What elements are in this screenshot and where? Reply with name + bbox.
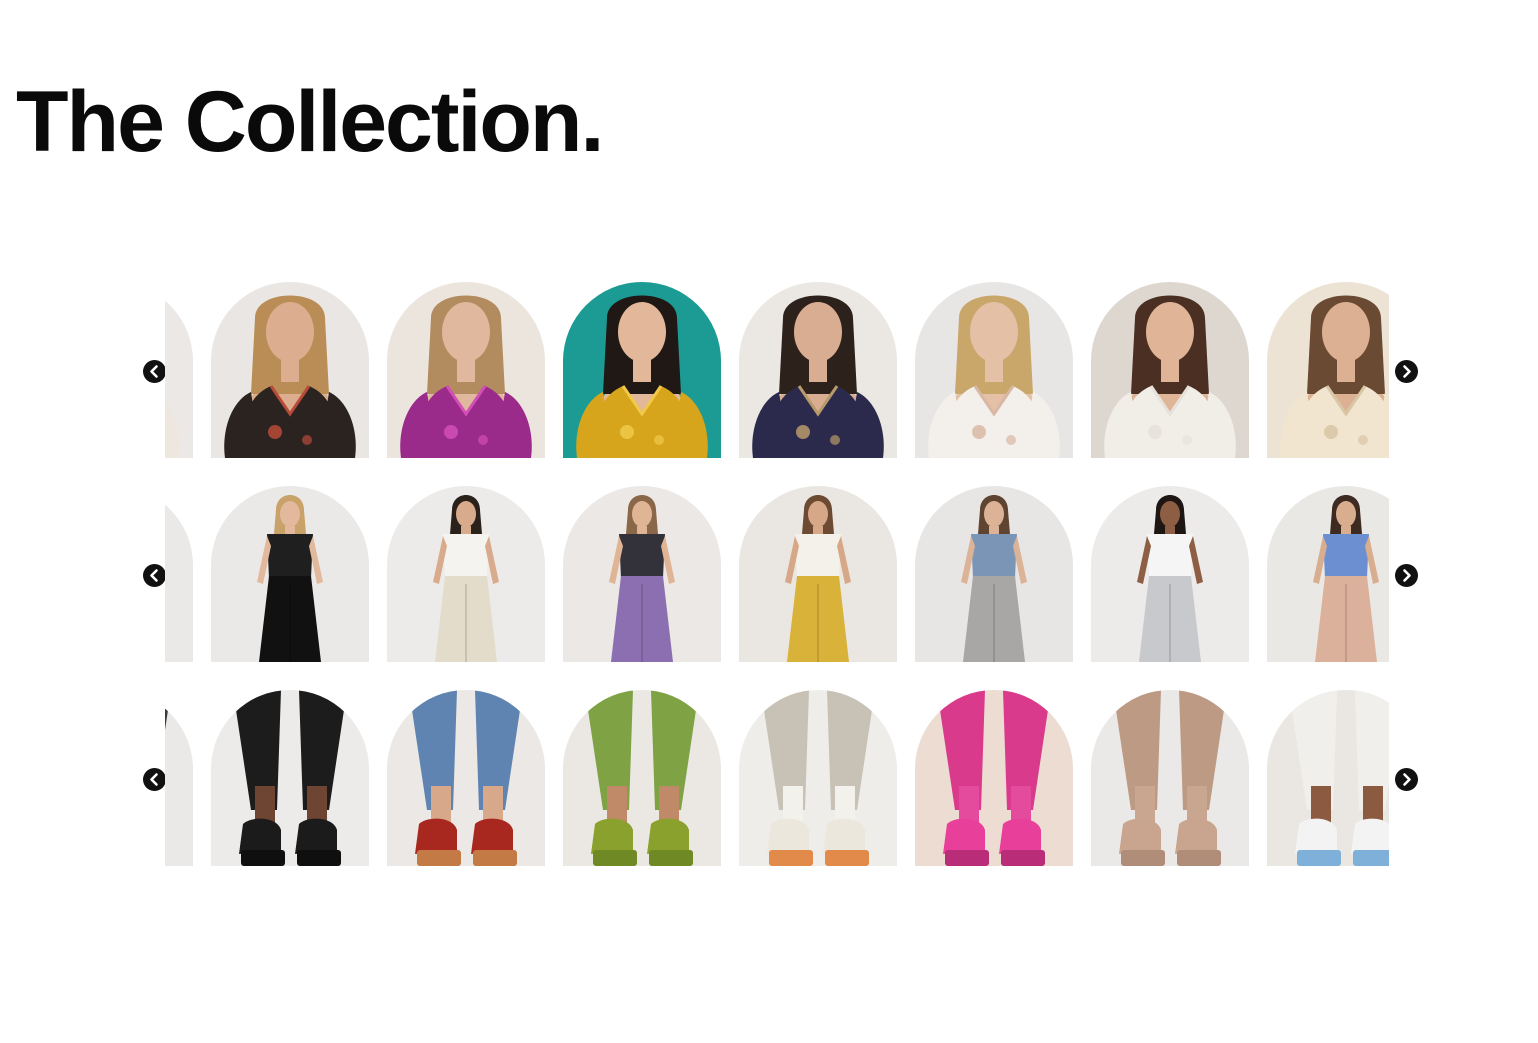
product-image: [915, 486, 1073, 662]
chevron-right-circle-icon: [1403, 569, 1411, 582]
product-image: [1267, 282, 1389, 458]
product-card-shoes-8[interactable]: [1267, 690, 1389, 866]
product-card-bottoms-1[interactable]: [165, 486, 193, 662]
product-card-tops-7[interactable]: [1091, 282, 1249, 458]
chevron-right-circle-icon: [1403, 365, 1411, 378]
product-image: [563, 690, 721, 866]
chevron-left-circle-icon: [150, 569, 158, 582]
carousel-tops: [140, 282, 1424, 458]
product-card-tops-5[interactable]: [739, 282, 897, 458]
product-image: [165, 282, 193, 458]
chevron-left-circle-icon: [150, 773, 158, 786]
product-image: [387, 282, 545, 458]
product-image: [211, 690, 369, 866]
chevron-left-circle-icon: [150, 365, 158, 378]
product-card-shoes-6[interactable]: [915, 690, 1073, 866]
carousel-prev-button[interactable]: [143, 564, 166, 587]
product-image: [211, 486, 369, 662]
product-image: [739, 690, 897, 866]
carousel-next-button[interactable]: [1395, 768, 1418, 791]
product-card-tops-3[interactable]: [387, 282, 545, 458]
product-card-bottoms-7[interactable]: [1091, 486, 1249, 662]
chevron-right-circle-icon: [1403, 773, 1411, 786]
product-image: [563, 486, 721, 662]
page-title: The Collection.: [16, 74, 604, 170]
collection-page: The Collection.: [0, 0, 1538, 1043]
product-image: [563, 282, 721, 458]
product-image: [915, 282, 1073, 458]
product-card-shoes-5[interactable]: [739, 690, 897, 866]
carousel-bottoms: [140, 486, 1424, 662]
carousel-viewport: [165, 486, 1389, 662]
product-image: [739, 282, 897, 458]
carousel-next-button[interactable]: [1395, 564, 1418, 587]
product-card-tops-2[interactable]: [211, 282, 369, 458]
product-card-shoes-3[interactable]: [387, 690, 545, 866]
product-image: [1091, 486, 1249, 662]
product-image: [211, 282, 369, 458]
product-card-tops-1[interactable]: [165, 282, 193, 458]
product-card-tops-8[interactable]: [1267, 282, 1389, 458]
carousel-prev-button[interactable]: [143, 360, 166, 383]
product-card-shoes-4[interactable]: [563, 690, 721, 866]
product-card-shoes-7[interactable]: [1091, 690, 1249, 866]
product-card-bottoms-4[interactable]: [563, 486, 721, 662]
product-image: [165, 486, 193, 662]
product-card-tops-4[interactable]: [563, 282, 721, 458]
product-card-tops-6[interactable]: [915, 282, 1073, 458]
product-image: [1267, 690, 1389, 866]
product-image: [739, 486, 897, 662]
product-card-bottoms-5[interactable]: [739, 486, 897, 662]
product-card-bottoms-2[interactable]: [211, 486, 369, 662]
product-image: [1267, 486, 1389, 662]
product-image: [165, 690, 193, 866]
product-card-bottoms-6[interactable]: [915, 486, 1073, 662]
carousel-shoes: [140, 690, 1424, 866]
product-card-shoes-1[interactable]: [165, 690, 193, 866]
product-card-shoes-2[interactable]: [211, 690, 369, 866]
carousel-viewport: [165, 282, 1389, 458]
carousel-viewport: [165, 690, 1389, 866]
product-image: [1091, 282, 1249, 458]
product-image: [915, 690, 1073, 866]
product-card-bottoms-8[interactable]: [1267, 486, 1389, 662]
carousel-prev-button[interactable]: [143, 768, 166, 791]
product-image: [387, 486, 545, 662]
product-image: [387, 690, 545, 866]
product-image: [1091, 690, 1249, 866]
product-card-bottoms-3[interactable]: [387, 486, 545, 662]
carousel-next-button[interactable]: [1395, 360, 1418, 383]
